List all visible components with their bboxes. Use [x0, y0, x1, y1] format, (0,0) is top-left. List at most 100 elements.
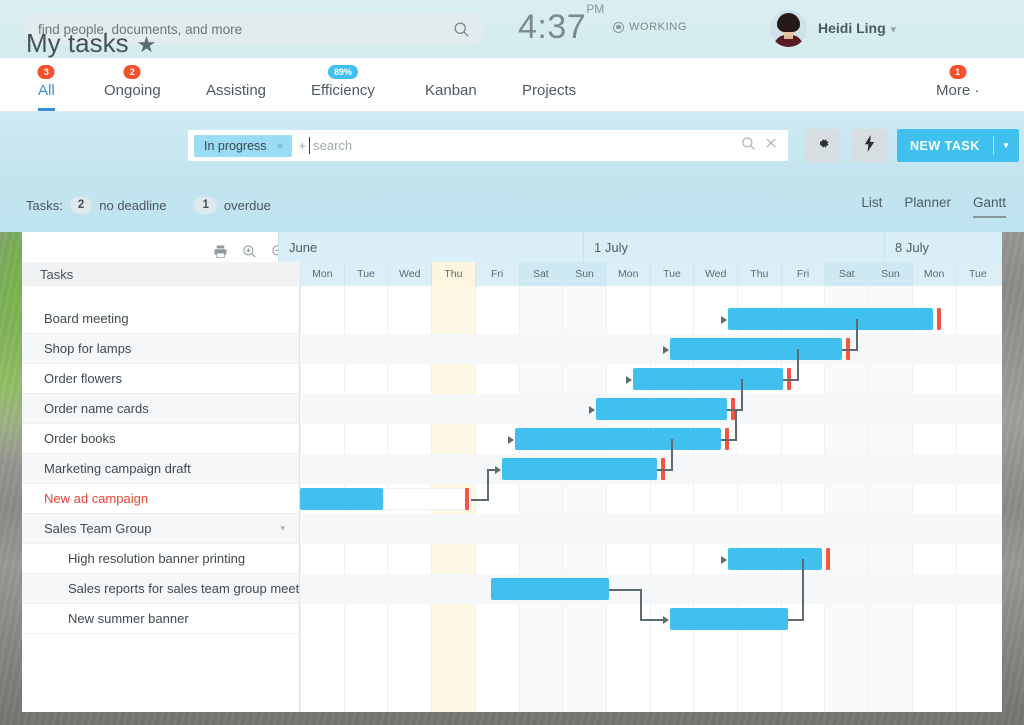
gantt-panel: Tasks June 1 July 8 July Mon Tue Wed Thu Fri Sa… — [22, 232, 1002, 712]
timeline-day: Fri — [780, 262, 825, 286]
timeline-month-label: June — [289, 239, 318, 255]
filter-search-box[interactable]: In progress × + — [188, 130, 788, 161]
task-row[interactable]: Board meeting — [22, 304, 299, 334]
task-row[interactable]: Sales Team Group ▾ — [22, 514, 299, 544]
chevron-down-icon[interactable]: ▾ — [994, 140, 1019, 151]
task-row[interactable]: Order books — [22, 424, 299, 454]
tab-label: Projects — [522, 82, 577, 99]
tab-label: Ongoing — [104, 82, 161, 99]
tab-projects[interactable]: Projects — [522, 57, 576, 111]
timeline-row — [300, 544, 1002, 574]
star-icon[interactable]: ★ — [137, 32, 157, 57]
task-bar-remaining — [383, 488, 471, 510]
page-title: My tasks ★ — [26, 28, 156, 59]
settings-button[interactable] — [805, 129, 840, 162]
task-name: Order name cards — [44, 401, 149, 416]
dependency-link — [797, 349, 799, 381]
status-working[interactable]: WORKING — [613, 21, 687, 33]
timeline-day: Tue — [343, 262, 388, 286]
dependency-arrow — [626, 376, 632, 384]
dependency-link — [486, 469, 489, 501]
dependency-link — [802, 559, 804, 621]
dependency-link — [788, 619, 802, 621]
dependency-arrow — [589, 406, 595, 414]
view-list[interactable]: List — [861, 195, 882, 225]
filter-chip-in-progress[interactable]: In progress × — [194, 134, 292, 157]
task-row[interactable]: New summer banner — [22, 604, 299, 634]
task-bar[interactable] — [633, 368, 783, 390]
task-bar[interactable] — [300, 488, 383, 510]
task-bar[interactable] — [502, 458, 657, 480]
task-bar[interactable] — [670, 608, 788, 630]
tab-all[interactable]: All 3 — [37, 57, 55, 111]
timeline-day: Sun — [868, 262, 912, 286]
tab-kanban[interactable]: Kanban — [425, 57, 477, 111]
tasks-column-header: Tasks — [22, 262, 300, 287]
dependency-link — [727, 409, 741, 411]
task-row[interactable]: New ad campaign — [22, 484, 299, 514]
clock-time: 4:37 — [518, 8, 587, 46]
task-row[interactable]: Shop for lamps — [22, 334, 299, 364]
task-bar[interactable] — [670, 338, 842, 360]
task-name: Order flowers — [44, 371, 123, 386]
dependency-link — [856, 319, 858, 321]
dependency-link — [471, 499, 487, 501]
timeline-day: Thu — [431, 262, 475, 286]
timeline-months: June 1 July 8 July — [278, 232, 1002, 262]
tab-badge: 2 — [123, 65, 141, 79]
task-name: Sales Team Group — [44, 521, 152, 536]
task-row[interactable]: Sales reports for sales team group meeti… — [22, 574, 299, 604]
task-name: New ad campaign — [44, 491, 149, 506]
tab-assisting[interactable]: Assisting — [206, 57, 266, 111]
dependency-link — [671, 439, 673, 441]
avatar[interactable] — [770, 10, 807, 47]
task-bar[interactable] — [491, 578, 609, 600]
task-row[interactable]: Order name cards — [22, 394, 299, 424]
task-row[interactable]: High resolution banner printing — [22, 544, 299, 574]
new-task-button[interactable]: NEW TASK ▾ — [897, 129, 1019, 162]
timeline-day: Tue — [955, 262, 1000, 286]
chevron-down-icon[interactable]: ▾ — [280, 523, 285, 534]
timeline-day: Mon — [605, 262, 650, 286]
task-bar[interactable] — [728, 548, 822, 570]
filter-search-input[interactable] — [309, 137, 737, 154]
dependency-link — [842, 349, 856, 351]
task-bar[interactable] — [728, 308, 933, 330]
timeline-month: 8 July — [884, 232, 1002, 262]
user-menu[interactable]: Heidi Ling ▾ — [818, 20, 896, 36]
main-nav: All 3 Ongoing 2 Assisting Efficiency 89% Kanban… — [0, 58, 1024, 112]
task-row[interactable]: Marketing campaign draft — [22, 454, 299, 484]
task-bar[interactable] — [596, 398, 727, 420]
timeline-month-label: 8 July — [895, 239, 929, 255]
dependency-link — [741, 379, 743, 381]
zoom-in-icon[interactable] — [242, 244, 257, 264]
timeline-day: Wed — [693, 262, 737, 286]
dependency-link — [783, 379, 797, 381]
tab-more[interactable]: More · 1 — [936, 57, 979, 111]
timeline-day: Tue — [649, 262, 694, 286]
tab-efficiency[interactable]: Efficiency 89% — [311, 57, 375, 111]
print-icon[interactable] — [213, 244, 228, 264]
tasks-summary: Tasks: 2 no deadline 1 overdue — [26, 197, 271, 214]
view-planner[interactable]: Planner — [904, 195, 951, 225]
timeline-body — [300, 286, 1002, 712]
overdue-count: 1 — [194, 197, 217, 214]
timeline-day: Mon — [911, 262, 956, 286]
dependency-link — [671, 439, 673, 471]
close-icon[interactable] — [764, 136, 778, 155]
task-bar[interactable] — [515, 428, 721, 450]
close-icon[interactable]: × — [277, 139, 284, 153]
add-filter-button[interactable]: + — [299, 138, 307, 153]
tab-ongoing[interactable]: Ongoing 2 — [104, 57, 161, 111]
view-gantt[interactable]: Gantt — [973, 195, 1006, 225]
lightning-bolt-icon — [862, 134, 877, 157]
deadline-marker — [465, 488, 469, 510]
timeline-row — [300, 514, 1002, 544]
tab-label: Kanban — [425, 82, 477, 99]
dependency-link — [657, 469, 671, 471]
overdue-label: overdue — [223, 198, 271, 213]
search-icon[interactable] — [741, 136, 756, 156]
automation-button[interactable] — [852, 129, 887, 162]
task-row[interactable]: Order flowers — [22, 364, 299, 394]
timeline-header: June 1 July 8 July Mon Tue Wed Thu Fri Sat Sun Mo… — [278, 232, 1002, 286]
